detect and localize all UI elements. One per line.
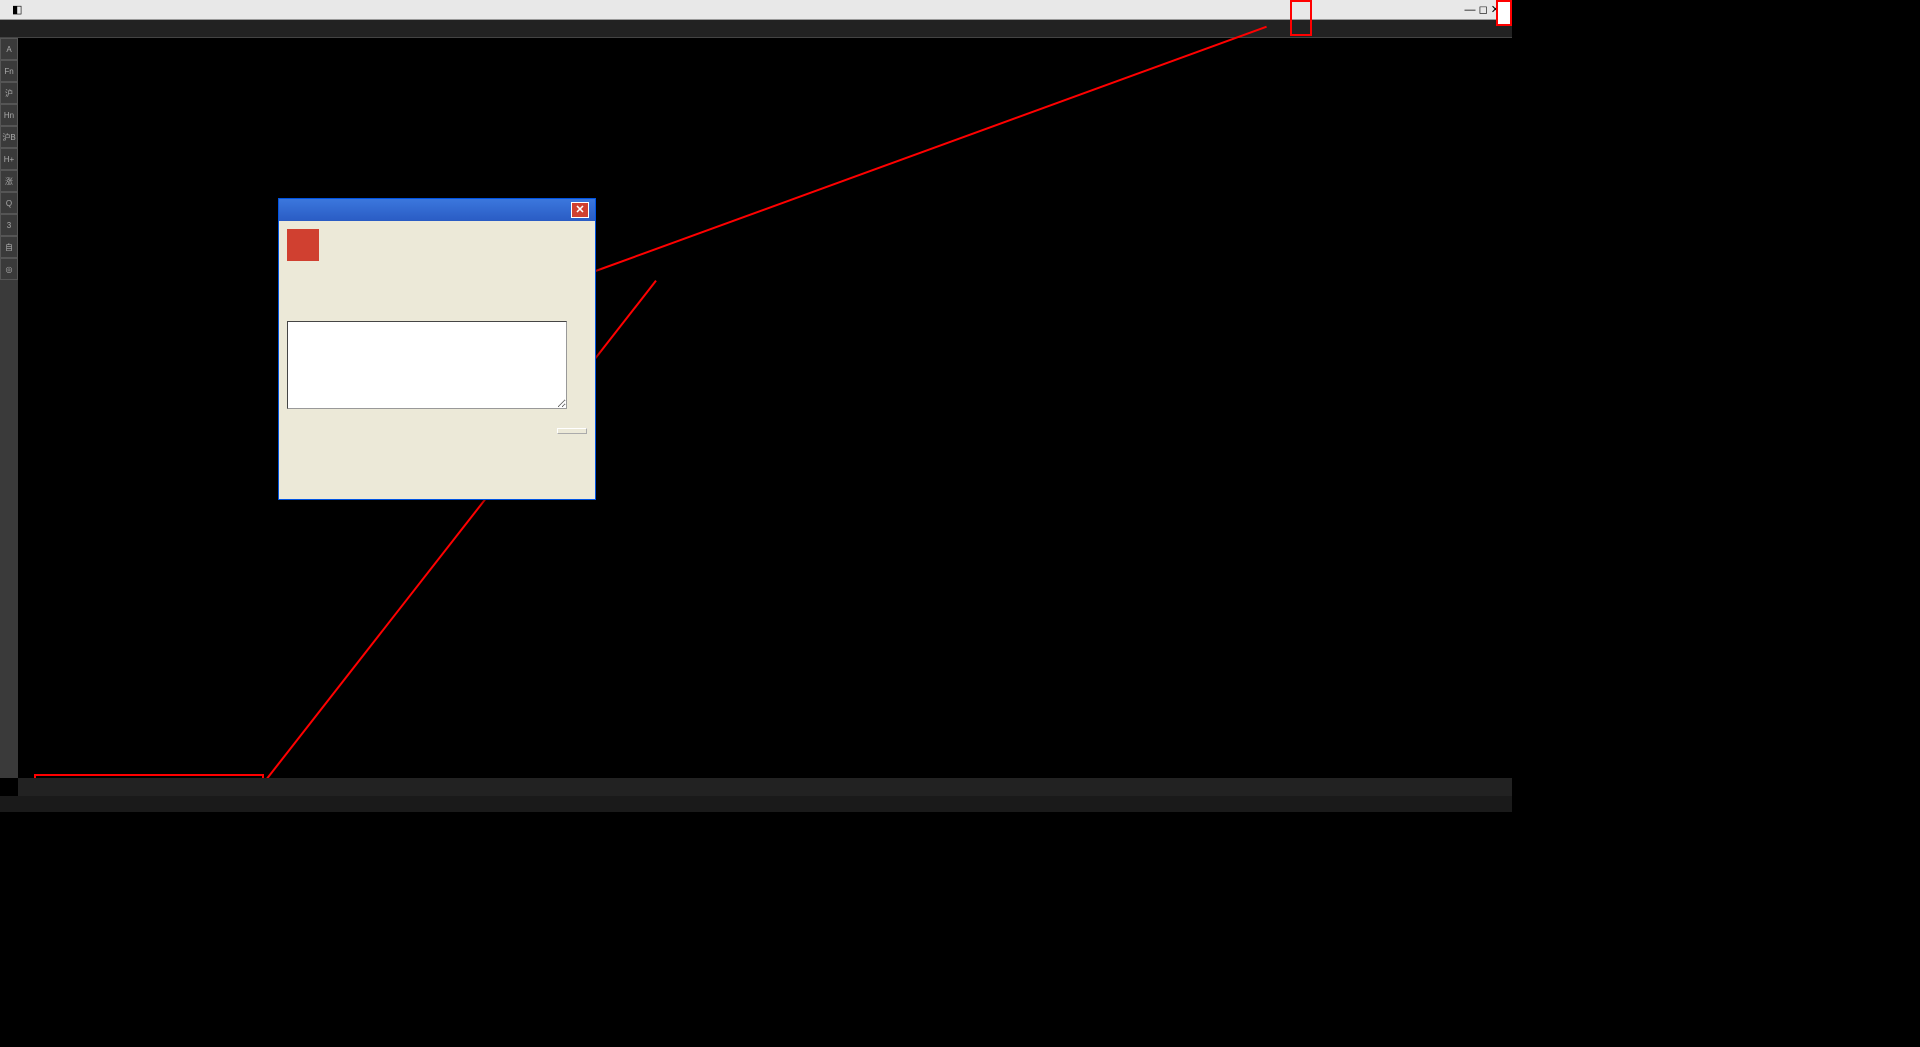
close-button[interactable]	[557, 428, 587, 434]
logo-overlay	[1496, 0, 1512, 26]
about-dialog: ✕	[278, 198, 596, 500]
bottom-tabbar[interactable]	[18, 778, 1512, 796]
tabbar	[0, 20, 1512, 38]
sidebar-toolbar[interactable]: AFn沪Hn沪BH+涨Q3自◎	[0, 38, 18, 778]
dialog-titlebar[interactable]: ✕	[279, 199, 595, 221]
close-icon[interactable]: ✕	[571, 202, 589, 218]
stock-table	[18, 38, 1512, 778]
app-icon: ◧	[4, 3, 30, 16]
statusbar	[0, 796, 1512, 812]
app-logo-icon	[287, 229, 319, 261]
menubar: ◧ — ◻ ✕	[0, 0, 1512, 20]
license-text[interactable]	[287, 321, 567, 409]
